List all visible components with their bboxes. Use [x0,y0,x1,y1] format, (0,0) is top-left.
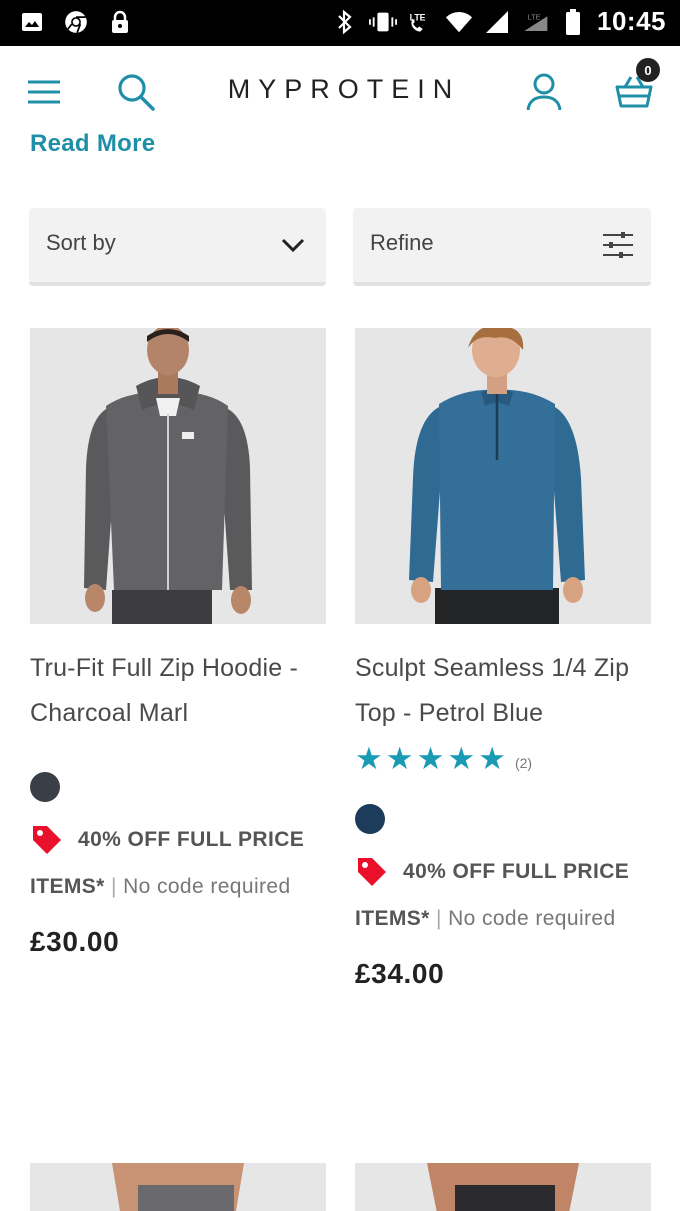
cart-count-badge: 0 [636,58,660,82]
refine-button[interactable]: Refine [353,208,651,286]
svg-text:LTE: LTE [528,12,541,21]
product-card[interactable]: Tru-Fit Full Zip Hoodie - Charcoal Marl … [30,328,326,958]
read-more-link[interactable]: Read More [30,130,155,158]
star-icon: ★ [478,741,506,776]
product-image[interactable] [355,328,651,624]
review-count: (2) [514,755,533,771]
promo-separator: | [104,875,124,898]
vibrate-icon [369,8,397,36]
star-icon: ★ [416,741,445,776]
chrome-icon [62,8,90,36]
status-bar: LTE LTE 10:45 [0,0,680,46]
price-tag-icon [358,858,386,887]
account-button[interactable] [520,68,568,116]
battery-icon [559,8,587,36]
filter-sliders-icon [603,232,633,258]
status-right-icons: LTE LTE 10:45 [331,6,666,37]
wifi-icon [445,8,473,36]
lte-signal-icon: LTE [521,8,549,36]
status-left-icons [18,8,134,36]
rating[interactable]: ★ ★ ★ ★ ★ (2) [355,741,651,776]
promo-detail: No code required [448,907,616,930]
brand-logo[interactable]: MYPROTEIN [0,74,680,105]
chevron-down-icon [281,238,305,253]
star-icon: ★ [447,741,476,776]
product-name[interactable]: Tru-Fit Full Zip Hoodie - Charcoal Marl [30,646,326,736]
star-icon: ★ [355,741,383,776]
product-name[interactable]: Sculpt Seamless 1/4 Zip Top - Petrol Blu… [355,646,651,736]
app-header: MYPROTEIN 0 [0,46,680,138]
basket-button[interactable]: 0 [610,58,660,116]
lte-call-icon: LTE [407,8,435,36]
product-image[interactable] [30,1163,326,1211]
star-icon: ★ [385,741,414,776]
user-icon [526,73,562,111]
color-swatch[interactable] [355,804,385,834]
signal-icon [483,8,511,36]
product-price: £30.00 [30,926,120,957]
promo-separator: | [429,907,449,930]
image-icon [18,8,46,36]
sort-by-dropdown[interactable]: Sort by [29,208,326,286]
product-price: £34.00 [355,958,445,989]
lock-icon [106,8,134,36]
bluetooth-icon [331,8,359,36]
product-image[interactable] [30,328,326,624]
refine-label: Refine [370,230,434,255]
promo-text: 40% OFF FULL PRICE ITEMS* | No code requ… [30,816,326,910]
sort-by-label: Sort by [46,230,116,255]
color-swatch[interactable] [30,772,60,802]
product-card[interactable]: Sculpt Seamless 1/4 Zip Top - Petrol Blu… [355,328,651,990]
promo-detail: No code required [123,875,291,898]
price-tag-icon [33,826,61,855]
promo-text: 40% OFF FULL PRICE ITEMS* | No code requ… [355,848,651,942]
product-image[interactable] [355,1163,651,1211]
status-time: 10:45 [597,6,666,36]
